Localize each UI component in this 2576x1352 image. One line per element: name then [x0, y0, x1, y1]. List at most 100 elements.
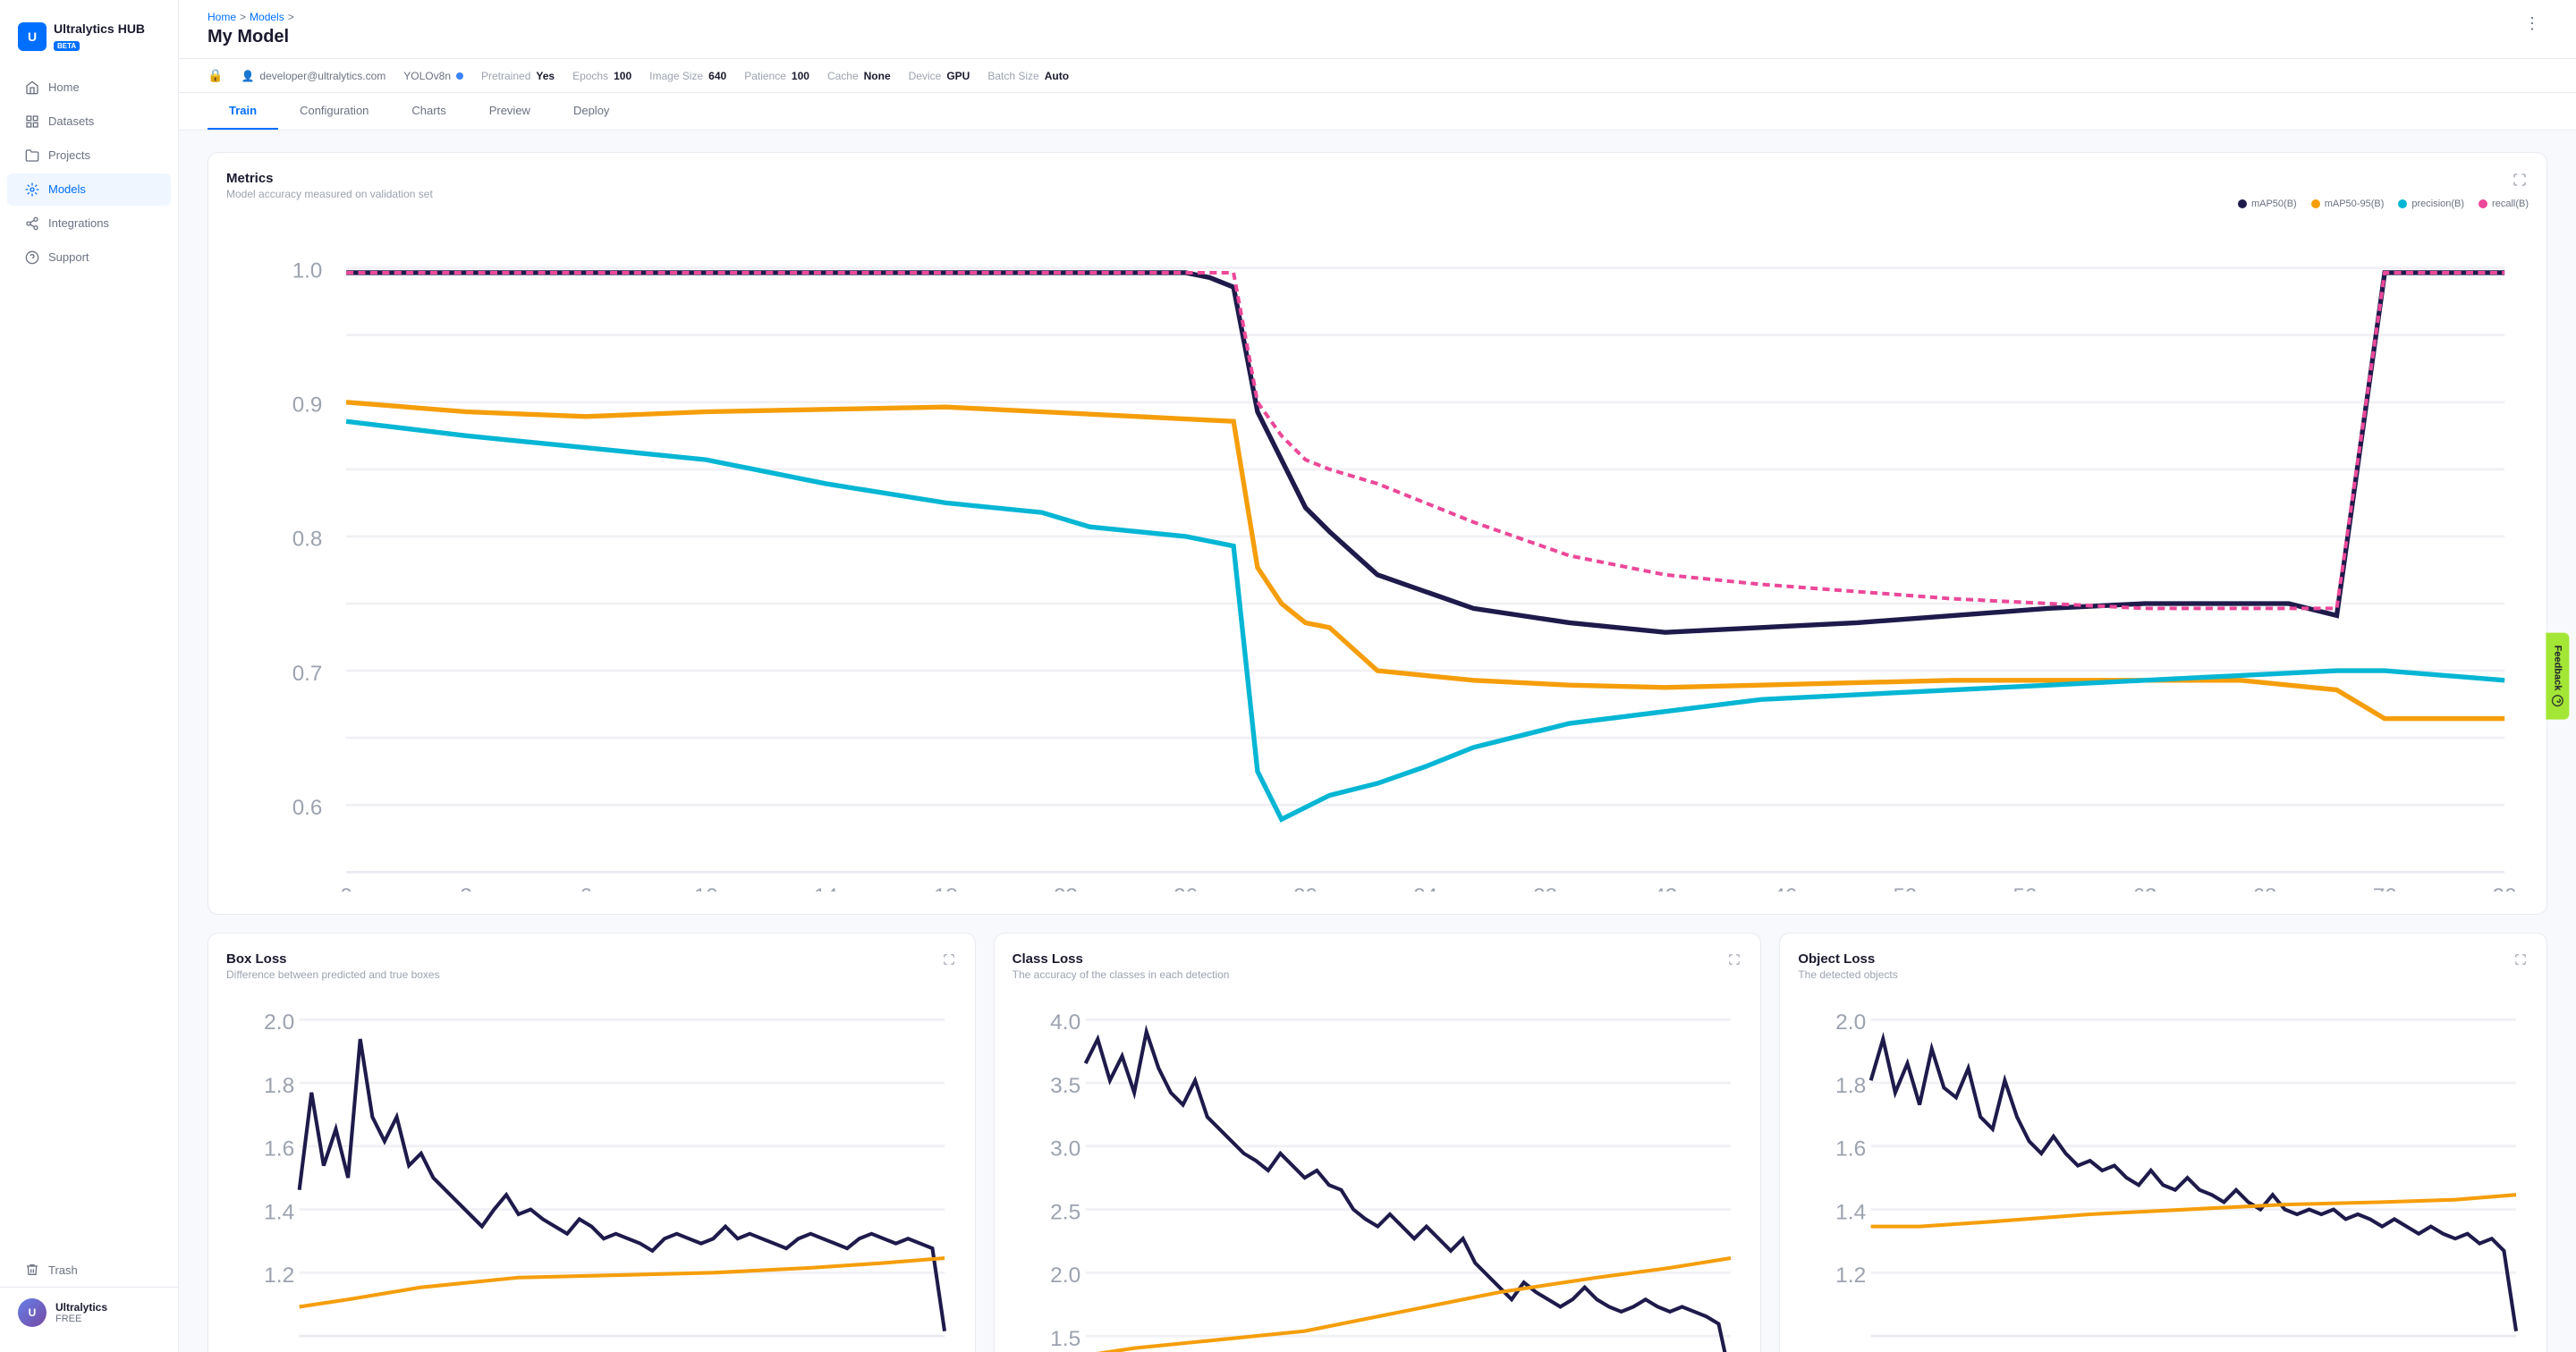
- patience-label: Patience: [744, 70, 786, 82]
- user-info: Ultralytics FREE: [55, 1301, 107, 1324]
- svg-text:2.5: 2.5: [1050, 1200, 1080, 1224]
- logo-icon: U: [18, 22, 47, 51]
- class-loss-title: Class Loss: [1013, 951, 1230, 967]
- svg-text:30: 30: [1293, 884, 1318, 891]
- object-loss-subtitle: The detected objects: [1798, 968, 1897, 981]
- svg-text:10: 10: [694, 884, 718, 891]
- legend-label-map50: mAP50(B): [2251, 199, 2297, 209]
- svg-text:2.0: 2.0: [1050, 1263, 1080, 1288]
- tab-deploy[interactable]: Deploy: [552, 93, 631, 130]
- svg-text:0.8: 0.8: [292, 528, 323, 552]
- more-options-button[interactable]: ⋮: [2517, 11, 2547, 37]
- legend-label-recall: recall(B): [2492, 199, 2529, 209]
- box-loss-expand-button[interactable]: [941, 951, 957, 970]
- object-loss-chart-svg: 2.0 1.8 1.6 1.4 1.2: [1798, 995, 2529, 1352]
- svg-text:2.0: 2.0: [1836, 1010, 1867, 1035]
- svg-text:1.2: 1.2: [264, 1263, 294, 1288]
- sidebar-item-projects-label: Projects: [48, 148, 90, 162]
- app-logo: U Ultralytics HUB BETA: [0, 14, 178, 71]
- class-loss-expand-button[interactable]: [1726, 951, 1742, 970]
- pretrained-info: Pretrained Yes: [481, 70, 555, 82]
- object-loss-card: Object Loss The detected objects: [1779, 933, 2547, 1352]
- metrics-chart-subtitle: Model accuracy measured on validation se…: [226, 188, 433, 200]
- svg-text:1.6: 1.6: [264, 1137, 294, 1161]
- beta-badge: BETA: [54, 41, 80, 51]
- legend-map50-95: mAP50-95(B): [2311, 199, 2385, 209]
- class-loss-subtitle: The accuracy of the classes in each dete…: [1013, 968, 1230, 981]
- datasets-icon: [25, 114, 39, 129]
- legend-map50: mAP50(B): [2238, 199, 2297, 209]
- legend-dot-precision: [2398, 199, 2407, 208]
- svg-text:1.2: 1.2: [1836, 1263, 1867, 1288]
- box-loss-subtitle: Difference between predicted and true bo…: [226, 968, 440, 981]
- svg-text:3.5: 3.5: [1050, 1074, 1080, 1098]
- epochs-info: Epochs 100: [572, 70, 631, 82]
- tab-configuration[interactable]: Configuration: [278, 93, 390, 130]
- metrics-legend: mAP50(B) mAP50-95(B) precision(B) r: [2238, 199, 2529, 209]
- svg-text:1.8: 1.8: [264, 1074, 294, 1098]
- svg-text:4.0: 4.0: [1050, 1010, 1080, 1035]
- trash-icon: [25, 1263, 39, 1277]
- cache-info: Cache None: [827, 70, 891, 82]
- sidebar-item-integrations-label: Integrations: [48, 216, 109, 230]
- svg-text:2: 2: [460, 884, 471, 891]
- home-icon: [25, 80, 39, 95]
- svg-text:76: 76: [2373, 884, 2397, 891]
- svg-text:34: 34: [1413, 884, 1437, 891]
- svg-text:42: 42: [1653, 884, 1677, 891]
- legend-dot-map50: [2238, 199, 2247, 208]
- sidebar-item-datasets[interactable]: Datasets: [7, 106, 171, 138]
- svg-text:1.8: 1.8: [1836, 1074, 1867, 1098]
- breadcrumb-models[interactable]: Models: [250, 11, 284, 23]
- metrics-expand-button[interactable]: [2511, 171, 2529, 191]
- cache-value: None: [864, 70, 891, 82]
- svg-text:14: 14: [814, 884, 838, 891]
- sidebar-item-home[interactable]: Home: [7, 72, 171, 104]
- svg-text:1.5: 1.5: [1050, 1327, 1080, 1351]
- box-loss-title: Box Loss: [226, 951, 440, 967]
- user-name: Ultralytics: [55, 1301, 107, 1314]
- class-loss-card: Class Loss The accuracy of the classes i…: [994, 933, 1762, 1352]
- bottom-charts-grid: Box Loss Difference between predicted an…: [208, 933, 2547, 1352]
- cache-label: Cache: [827, 70, 859, 82]
- pretrained-label: Pretrained: [481, 70, 530, 82]
- image-size-label: Image Size: [649, 70, 703, 82]
- user-profile[interactable]: U Ultralytics FREE: [0, 1287, 178, 1338]
- svg-text:0: 0: [340, 884, 352, 891]
- box-loss-chart-svg: 2.0 1.8 1.6 1.4 1.2: [226, 995, 957, 1352]
- feedback-button[interactable]: Feedback: [2546, 633, 2570, 720]
- tab-preview[interactable]: Preview: [468, 93, 552, 130]
- sidebar-item-models[interactable]: Models: [7, 173, 171, 206]
- class-loss-chart-svg: 4.0 3.5 3.0 2.5 2.0 1.5: [1013, 995, 1743, 1352]
- tab-charts[interactable]: Charts: [390, 93, 467, 130]
- patience-value: 100: [792, 70, 809, 82]
- svg-text:56: 56: [2013, 884, 2038, 891]
- sidebar-item-models-label: Models: [48, 182, 86, 196]
- tab-train[interactable]: Train: [208, 93, 278, 130]
- device-value: GPU: [946, 70, 970, 82]
- svg-text:22: 22: [1054, 884, 1078, 891]
- breadcrumb-home[interactable]: Home: [208, 11, 236, 23]
- svg-text:1.0: 1.0: [292, 258, 323, 283]
- status-indicator: [456, 72, 463, 80]
- metrics-chart-card: Metrics Model accuracy measured on valid…: [208, 152, 2547, 915]
- device-info: Device GPU: [909, 70, 970, 82]
- sidebar-item-support[interactable]: Support: [7, 241, 171, 274]
- svg-text:38: 38: [1533, 884, 1557, 891]
- svg-text:90: 90: [2493, 884, 2517, 891]
- object-loss-title: Object Loss: [1798, 951, 1897, 967]
- box-loss-card: Box Loss Difference between predicted an…: [208, 933, 976, 1352]
- object-loss-expand-button[interactable]: [2512, 951, 2529, 970]
- epochs-value: 100: [614, 70, 631, 82]
- svg-text:62: 62: [2133, 884, 2157, 891]
- legend-dot-recall: [2479, 199, 2487, 208]
- sidebar-item-trash[interactable]: Trash: [7, 1254, 171, 1286]
- sidebar-item-projects[interactable]: Projects: [7, 139, 171, 172]
- email-icon: 👤: [241, 70, 254, 82]
- page-header: Home > Models > My Model ⋮: [179, 0, 2576, 59]
- svg-text:1.4: 1.4: [1836, 1200, 1867, 1224]
- sidebar-item-datasets-label: Datasets: [48, 114, 94, 128]
- batch-size-label: Batch Size: [987, 70, 1038, 82]
- image-size-info: Image Size 640: [649, 70, 726, 82]
- sidebar-item-integrations[interactable]: Integrations: [7, 207, 171, 240]
